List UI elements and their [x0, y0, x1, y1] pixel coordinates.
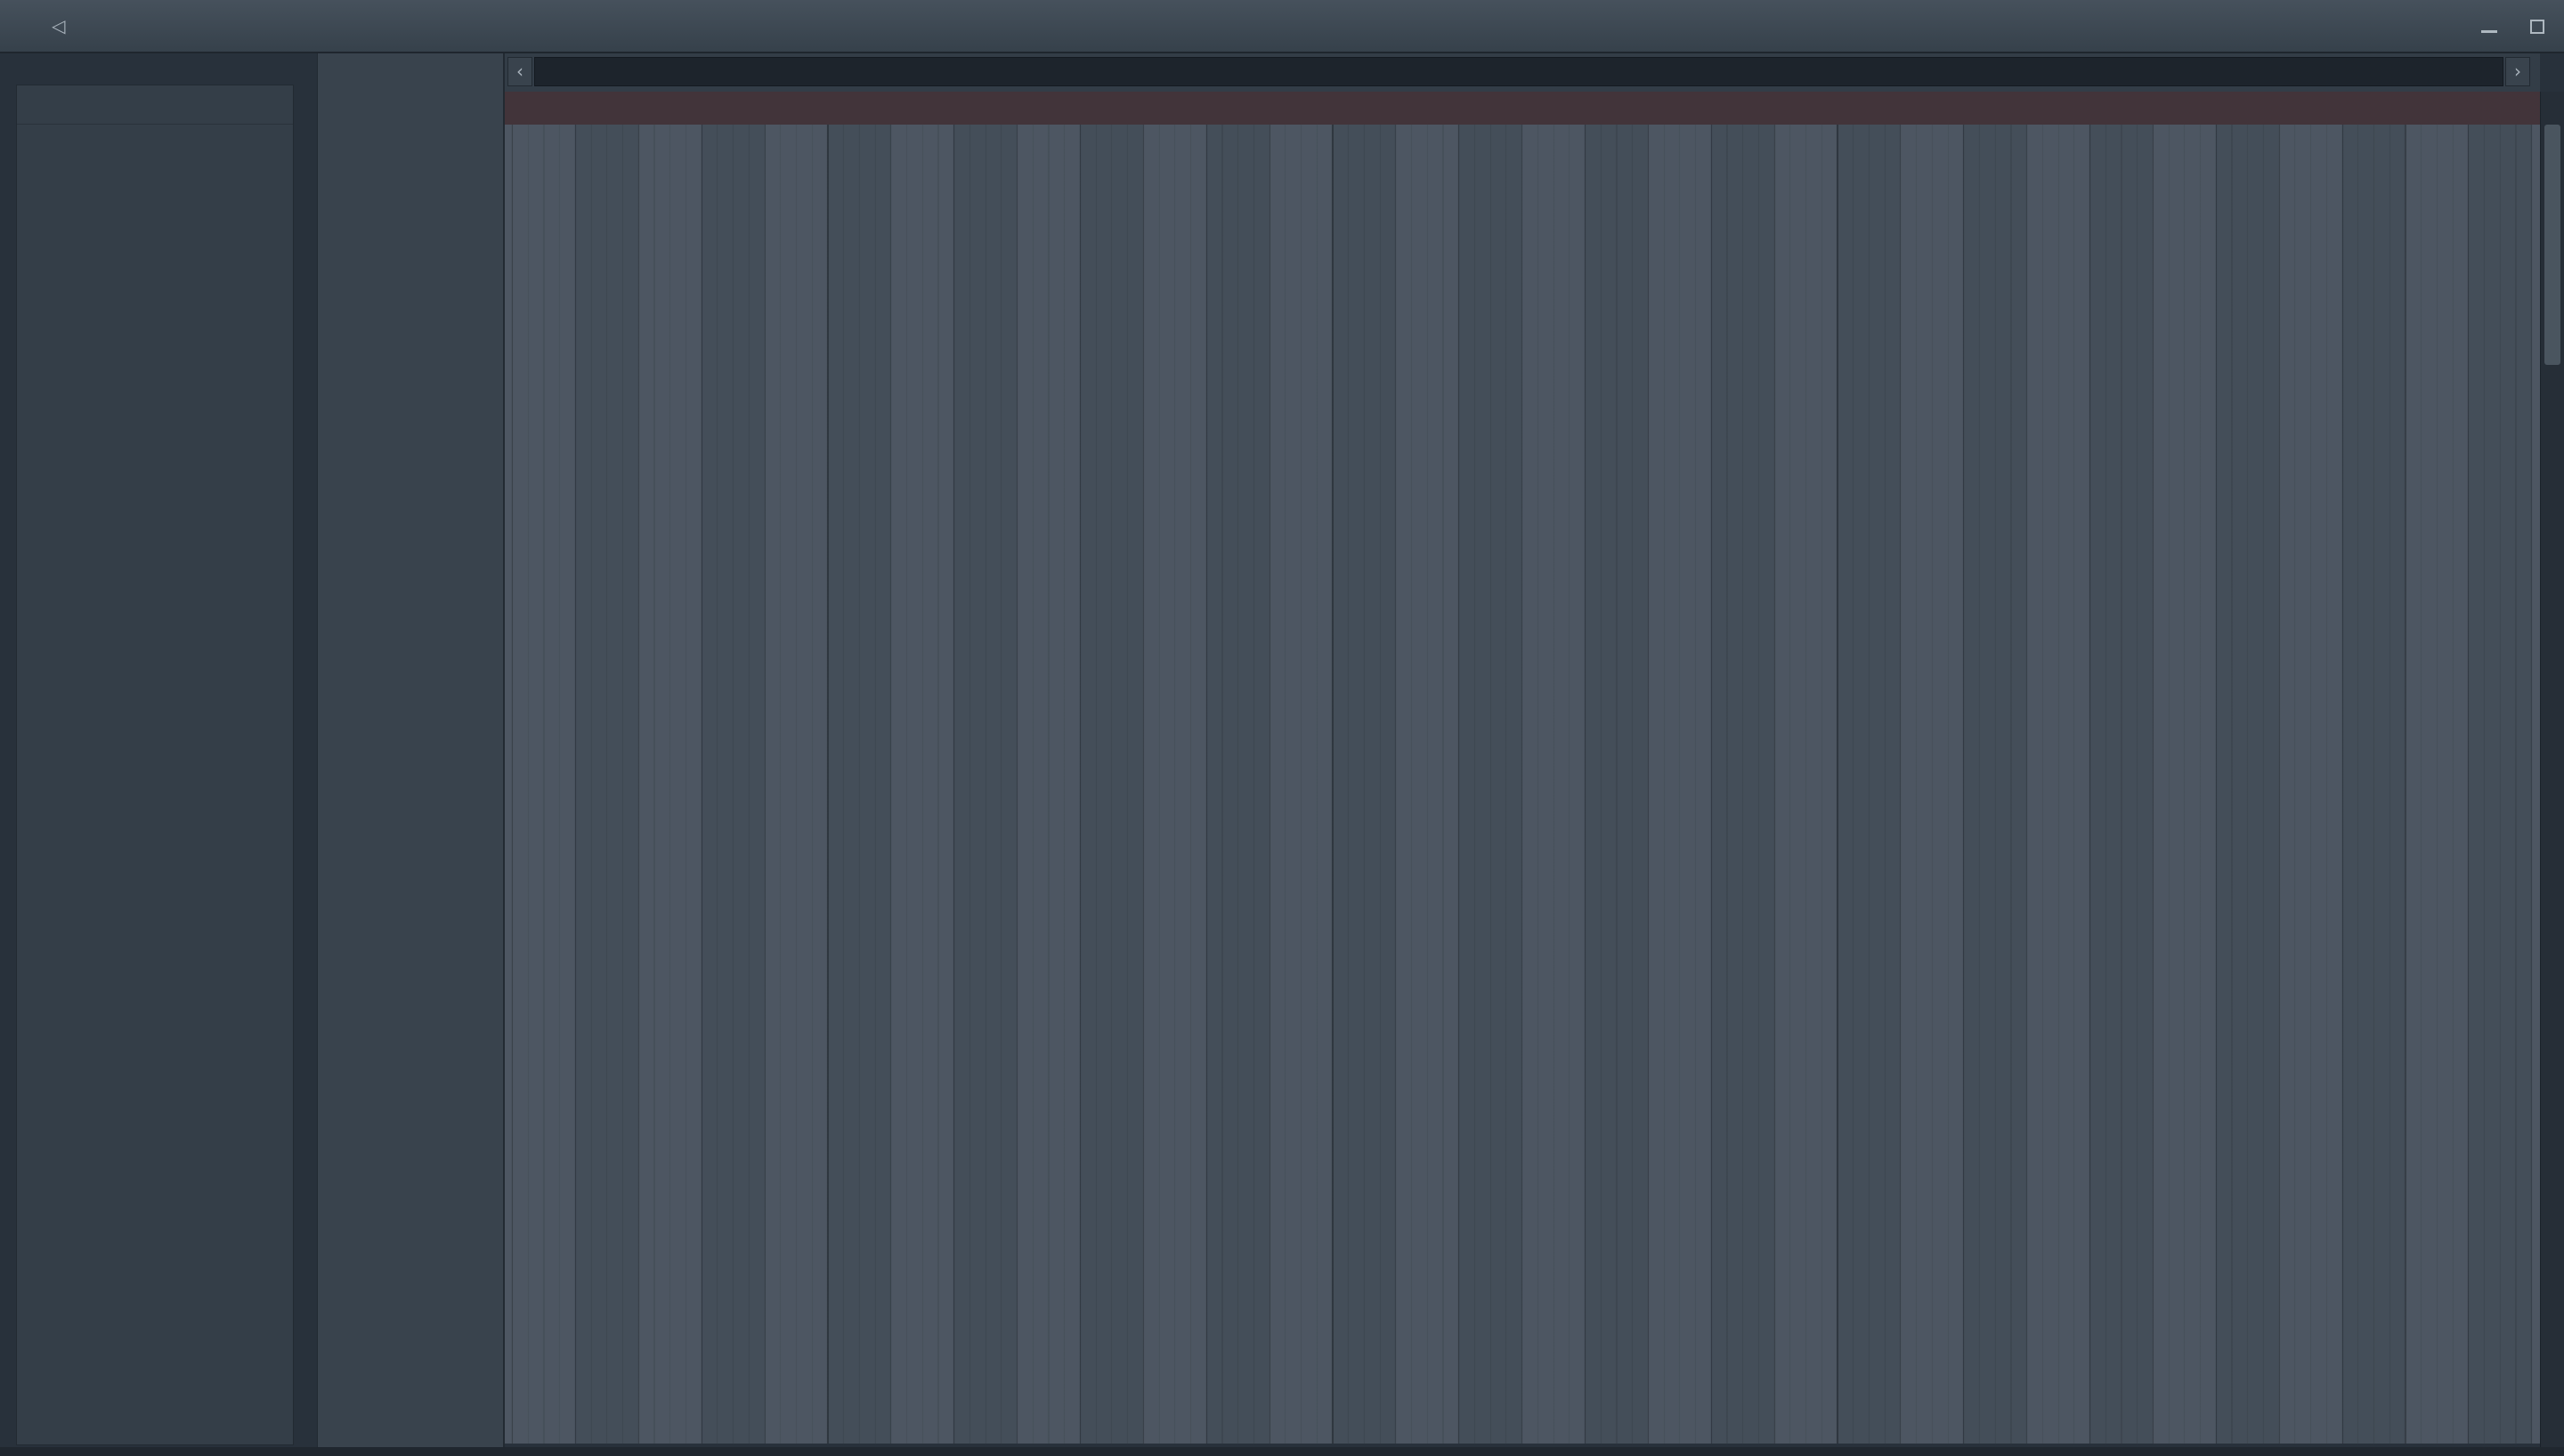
vertical-scrollbar-thumb[interactable]: [2544, 125, 2560, 365]
title-bar: ◁: [0, 0, 2564, 53]
bottom-edge: [0, 1447, 2564, 1456]
window-controls: [2479, 0, 2548, 53]
vertical-scrollbar[interactable]: [2540, 92, 2564, 1447]
pattern-picker-toolbar: [17, 85, 293, 125]
playlist-grid[interactable]: [505, 125, 2540, 1444]
pattern-picker-panel: [16, 85, 294, 1445]
playlist-lanes: [505, 125, 2540, 1444]
scroll-right-arrow[interactable]: ›: [2505, 57, 2530, 86]
scroll-left-arrow[interactable]: ‹: [507, 57, 532, 86]
timeline-ruler[interactable]: [505, 92, 2540, 125]
speaker-icon: ◁: [52, 15, 66, 36]
minimize-button[interactable]: [2479, 16, 2500, 37]
maximize-button[interactable]: [2527, 16, 2548, 37]
track-list-panel: [317, 53, 505, 1447]
fl-studio-window: ◁ ‹ ›: [0, 0, 2564, 1456]
minimap-scrollbar[interactable]: [534, 57, 2503, 86]
window-title: ◁: [52, 15, 115, 36]
